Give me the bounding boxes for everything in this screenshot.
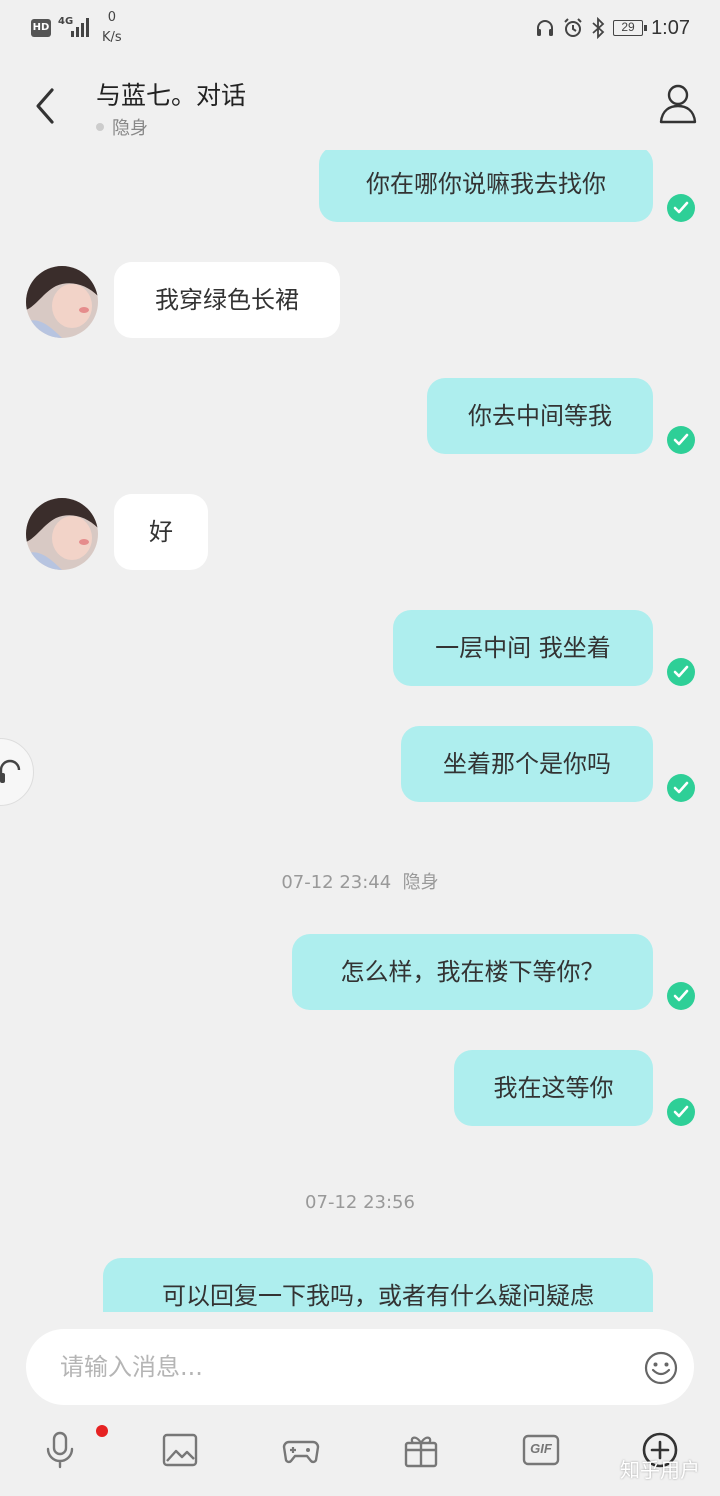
message-list[interactable]: 你在哪你说嘛我去找你 我穿绿色长裙 你去中间等我 好 一层中间 我坐着 坐着那个… [0,150,720,1312]
gift-icon[interactable] [401,1430,441,1470]
message-bubble-outgoing[interactable]: 我在这等你 [454,1050,653,1126]
speed-unit: K/s [102,30,122,45]
message-bubble-outgoing[interactable]: 你在哪你说嘛我去找你 [319,150,653,222]
status-right: 29 1:07 [535,14,690,42]
message-timestamp: 07-12 23:56 [0,1192,720,1213]
status-bar: HD 4G 0 K/s 29 1:07 [0,0,720,56]
message-timestamp: 07-12 23:44 隐身 [0,868,720,894]
read-check-icon [667,774,695,802]
battery-icon: 29 [613,20,648,36]
headset-icon [0,759,21,783]
alarm-icon [564,18,582,37]
emoji-icon[interactable] [644,1351,678,1385]
clock: 1:07 [651,16,690,39]
message-input[interactable] [60,1329,620,1405]
headphones-icon [537,20,554,36]
message-bubble-outgoing[interactable]: 你去中间等我 [427,378,653,454]
image-icon[interactable] [160,1430,200,1470]
timestamp-note: 隐身 [402,872,439,893]
profile-icon[interactable] [658,82,698,124]
presence-label: 隐身 [112,118,148,139]
mic-icon[interactable] [40,1430,80,1470]
message-bubble-outgoing[interactable]: 怎么样，我在楼下等你？ [292,934,653,1010]
message-bubble-outgoing[interactable]: 可以回复一下我吗，或者有什么疑问疑虑 [103,1258,653,1312]
timestamp-time: 07-12 23:56 [305,1192,415,1213]
watermark: 知乎用户 [620,1458,700,1482]
speed-value: 0 [107,10,116,25]
back-icon[interactable] [28,84,64,128]
hd-icon: HD [31,19,51,37]
message-bubble-outgoing[interactable]: 坐着那个是你吗 [401,726,653,802]
read-check-icon [667,426,695,454]
input-toolbar: GIF [0,1420,720,1496]
message-bubble-incoming[interactable]: 好 [114,494,208,570]
notification-dot [96,1425,108,1437]
gamepad-icon[interactable] [281,1430,321,1470]
message-bubble-incoming[interactable]: 我穿绿色长裙 [114,262,340,338]
contact-avatar[interactable] [26,266,98,338]
gif-label: GIF [530,1441,552,1456]
gif-icon[interactable]: GIF [521,1430,561,1470]
chat-title: 与蓝七。对话 [96,81,247,110]
read-check-icon [667,982,695,1010]
read-check-icon [667,658,695,686]
contact-avatar[interactable] [26,498,98,570]
read-check-icon [667,194,695,222]
presence-status: 隐身 [96,114,148,140]
network-speed: 0 K/s [102,8,122,48]
floating-side-button[interactable] [0,738,34,806]
timestamp-time: 07-12 23:44 [281,872,392,893]
message-input-box [26,1329,694,1405]
presence-dot [96,123,104,131]
bluetooth-icon [592,17,605,39]
chat-header: 与蓝七。对话 隐身 [0,56,720,156]
read-check-icon [667,1098,695,1126]
message-bubble-outgoing[interactable]: 一层中间 我坐着 [393,610,653,686]
signal-icon [71,18,89,37]
